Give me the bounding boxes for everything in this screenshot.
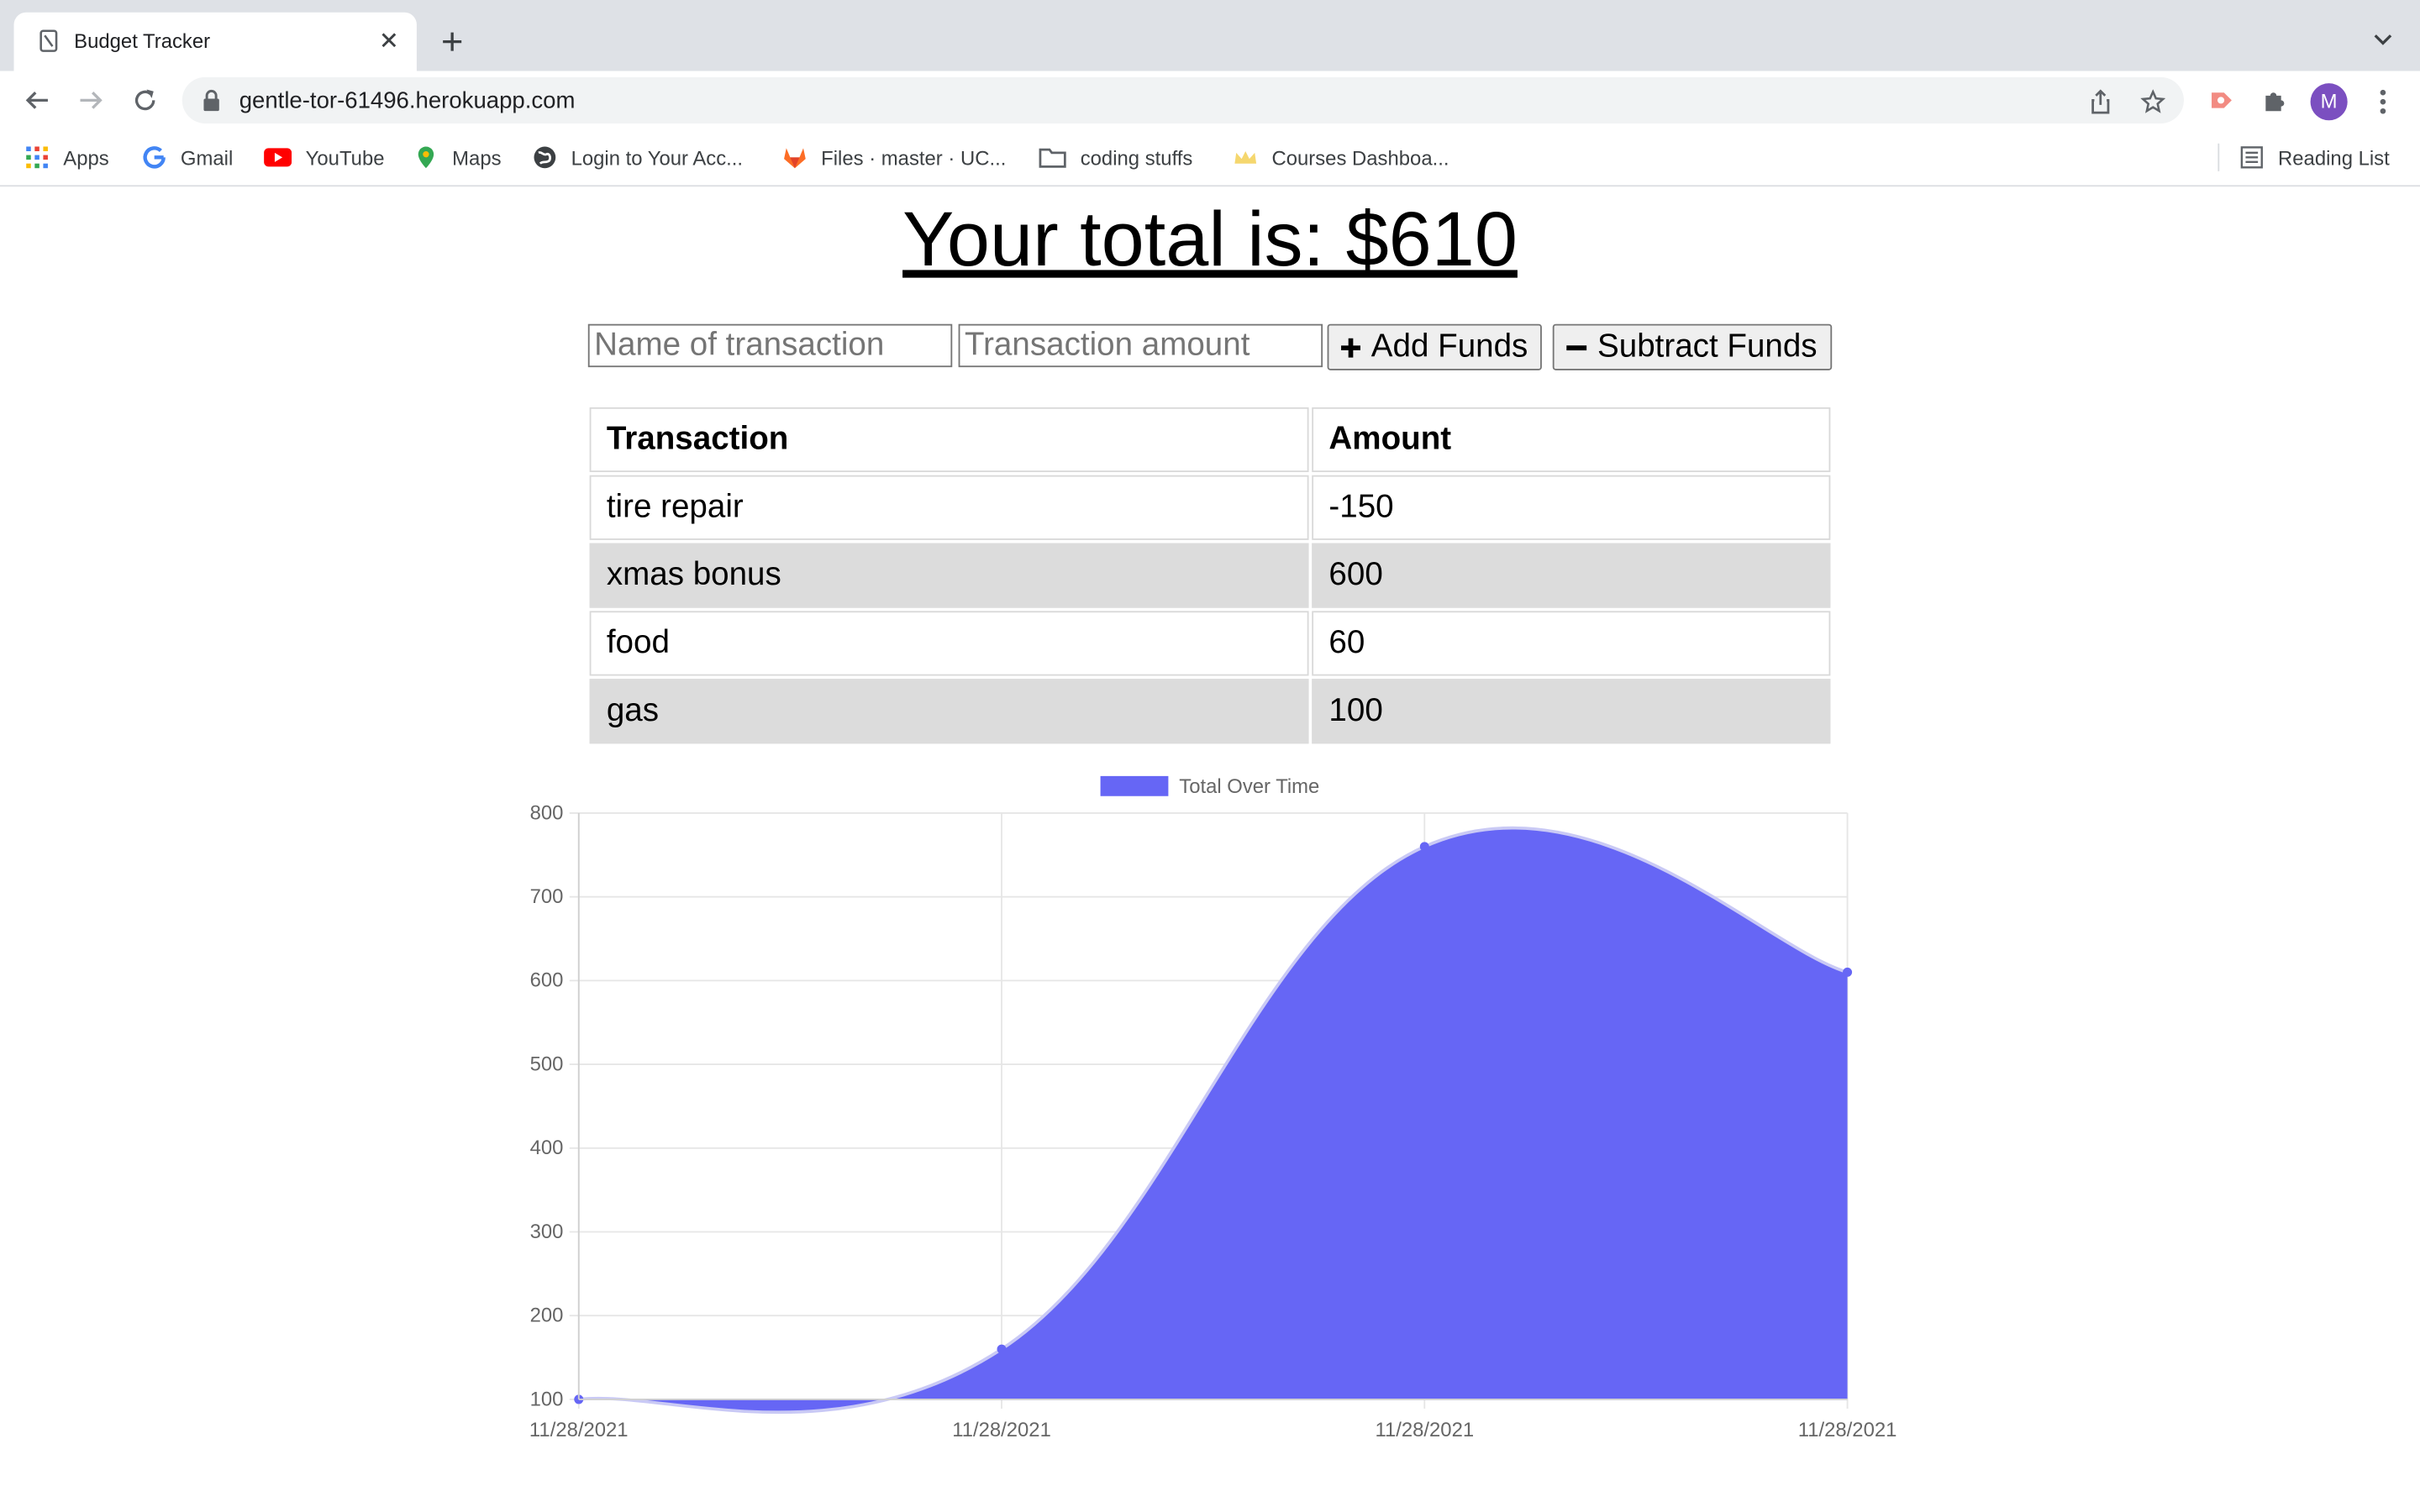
transactions-table: Transaction Amount tire repair -150 xmas… [587,404,1833,747]
table-row: gas 100 [589,679,1831,744]
profile-avatar[interactable]: M [2310,83,2348,121]
bookmark-courses[interactable]: Courses Dashboa... [1234,144,1449,171]
new-tab-icon[interactable] [439,29,464,54]
bookmark-youtube[interactable]: YouTube [264,144,385,171]
page-content: Your total is: $610 Add Funds Subtract F… [0,186,2420,1512]
cell-amount: 60 [1312,611,1831,676]
y-tick-label: 800 [530,801,564,824]
table-header-row: Transaction Amount [589,407,1831,473]
x-tick-label: 11/28/2021 [1798,1419,1897,1441]
minus-icon [1566,344,1587,350]
cell-transaction: tire repair [589,475,1309,540]
bookmark-maps[interactable]: Maps [413,144,502,171]
reading-list-icon [2240,146,2263,169]
chevron-down-icon[interactable] [2372,33,2394,48]
subtract-funds-button[interactable]: Subtract Funds [1552,323,1833,370]
address-bar[interactable]: gentle-tor-61496.herokuapp.com [182,76,2184,123]
legend-swatch [1100,775,1169,796]
legend-label: Total Over Time [1179,775,1319,798]
data-point [997,1344,1007,1354]
gitlab-icon [784,148,806,169]
add-funds-button[interactable]: Add Funds [1327,323,1542,370]
star-icon[interactable] [2140,89,2165,114]
globe-icon [534,146,556,169]
y-tick-label: 200 [530,1305,564,1327]
more-menu-icon[interactable] [2380,88,2386,116]
transaction-name-input[interactable] [587,323,953,368]
youtube-icon [264,148,292,167]
table-row: xmas bonus 600 [589,543,1831,608]
x-tick-label: 11/28/2021 [1375,1419,1474,1441]
table-row: food 60 [589,611,1831,676]
total-over-time-chart: 100 200 300 400 500 600 700 800 11/28/2021 11/28/… [529,775,1897,1441]
bookmark-gitlab[interactable]: Files · master · UC... [782,144,1006,171]
add-funds-label: Add Funds [1370,328,1528,365]
reading-list-button[interactable]: Reading List [2239,144,2390,171]
x-tick-label: 11/28/2021 [529,1419,629,1441]
tab-strip: Budget Tracker [0,0,2420,71]
tab-title: Budget Tracker [74,29,211,53]
cell-transaction: food [589,611,1309,676]
total-heading: Your total is: $610 [902,196,1518,283]
data-point [1843,967,1853,977]
table-row: tire repair -150 [589,475,1831,540]
cell-transaction: gas [589,679,1309,744]
maps-pin-icon [418,146,434,169]
subtract-funds-label: Subtract Funds [1597,328,1818,365]
bookmarks-divider [2217,143,2220,171]
bookmark-apps[interactable]: Apps [24,144,109,171]
y-tick-label: 700 [530,885,564,908]
forward-arrow-icon[interactable] [77,87,105,114]
transaction-amount-input[interactable] [958,323,1323,368]
back-arrow-icon[interactable] [24,87,51,114]
cell-transaction: xmas bonus [589,543,1309,608]
browser-toolbar: gentle-tor-61496.herokuapp.com [0,71,2420,130]
y-tick-label: 100 [530,1388,564,1410]
y-tick-label: 600 [530,969,564,992]
x-tick-label: 11/28/2021 [952,1419,1051,1441]
crown-icon [1234,151,1257,164]
data-point [1419,842,1429,852]
bookmark-gmail[interactable]: Gmail [142,144,233,171]
bookmark-coding-stuffs[interactable]: coding stuffs [1039,144,1192,171]
series-area [578,827,1848,1413]
reload-icon[interactable] [131,87,159,114]
folder-icon [1039,148,1066,168]
url-text: gentle-tor-61496.herokuapp.com [239,87,576,114]
plus-icon [1341,337,1361,357]
document-icon [39,29,58,52]
bookmark-login[interactable]: Login to Your Acc... [533,144,743,171]
close-icon[interactable] [378,29,400,51]
cell-amount: 600 [1312,543,1831,608]
header-amount: Amount [1312,407,1831,473]
apps-grid-icon [26,146,48,169]
lock-icon [203,89,219,112]
browser-tab[interactable]: Budget Tracker [13,12,417,71]
cell-amount: -150 [1312,475,1831,540]
extensions-puzzle-icon[interactable] [2261,87,2289,114]
bookmarks-bar: Apps Gmail YouTube Maps Login to Your Ac… [0,129,2420,187]
share-icon[interactable] [2088,89,2112,114]
cell-amount: 100 [1312,679,1831,744]
cast-extension-icon[interactable] [2207,87,2235,114]
google-icon [143,146,166,169]
y-tick-label: 500 [530,1053,564,1075]
header-transaction: Transaction [589,407,1309,473]
y-tick-label: 400 [530,1137,564,1159]
y-tick-label: 300 [530,1221,564,1243]
